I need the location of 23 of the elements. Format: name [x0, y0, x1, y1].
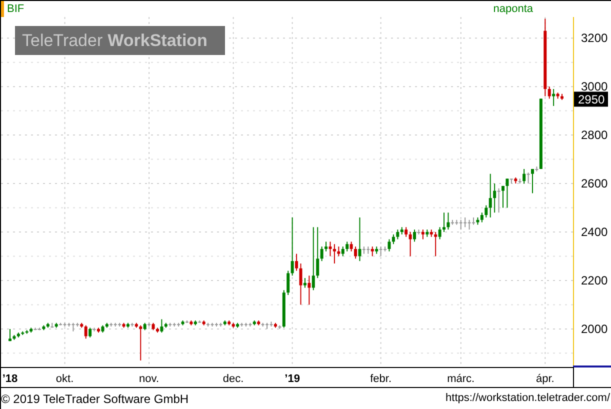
- x-axis-label: ápr.: [536, 373, 554, 385]
- website-link[interactable]: https://workstation.teletrader.com/: [446, 393, 610, 404]
- year-label: ’19: [284, 373, 300, 385]
- x-axis-label: nov.: [139, 373, 160, 385]
- last-price-tag: 2950: [574, 92, 608, 107]
- year-label: ’18: [2, 373, 18, 385]
- copyright-text: © 2019 TeleTrader Software GmbH: [1, 392, 189, 404]
- y-axis-label: 2600: [581, 176, 608, 191]
- x-axis-label: dec.: [222, 373, 244, 385]
- symbol-marker: [1, 1, 4, 17]
- logo-text-bold: WorkStation: [108, 31, 208, 50]
- interval-label: naponta: [493, 4, 533, 14]
- y-axis-label: 3200: [581, 31, 608, 46]
- x-axis-label: márc.: [447, 373, 475, 385]
- y-axis-label: 2200: [581, 273, 608, 288]
- logo-text: TeleTrader: [22, 31, 103, 50]
- y-axis-label: 3000: [581, 80, 608, 94]
- y-axis-label: 2800: [581, 128, 608, 142]
- x-axis-label: febr.: [370, 373, 392, 385]
- y-axis-label: 2000: [581, 322, 608, 336]
- symbol-label: BIF: [7, 4, 24, 14]
- x-axis-label: okt.: [56, 373, 74, 385]
- y-axis-label: 2400: [581, 225, 608, 239]
